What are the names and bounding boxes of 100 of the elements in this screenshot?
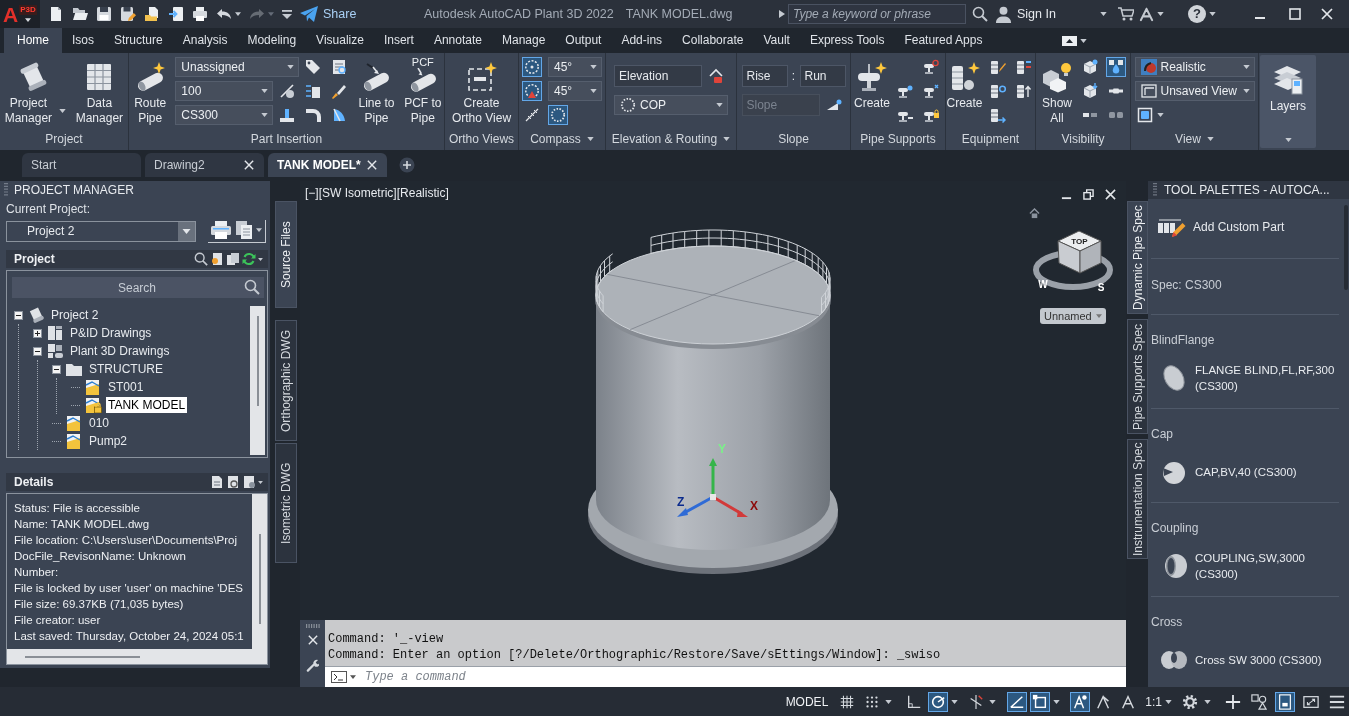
- viewport-control[interactable]: [Realistic]: [396, 186, 449, 200]
- dropdown[interactable]: Unsaved View: [1134, 80, 1255, 101]
- ribbon-tab[interactable]: Structure: [104, 28, 173, 53]
- caret-icon[interactable]: [235, 12, 241, 16]
- caret-icon[interactable]: [989, 699, 997, 704]
- help-button[interactable]: ?: [1188, 5, 1206, 23]
- close-icon[interactable]: [367, 160, 377, 170]
- tree-item[interactable]: Plant 3D Drawings: [68, 343, 172, 359]
- named-view-dropdown[interactable]: Unnamed: [1040, 308, 1106, 324]
- caret-icon[interactable]: [287, 64, 295, 69]
- tree-item[interactable]: 010: [87, 415, 112, 431]
- dropdown[interactable]: 45°: [548, 80, 602, 101]
- collapse-icon[interactable]: [52, 364, 61, 374]
- collapse-icon[interactable]: [14, 310, 23, 320]
- document-search-icon[interactable]: [226, 475, 240, 489]
- viewport-control[interactable]: [−]: [305, 186, 319, 200]
- plus-circle-icon[interactable]: [399, 157, 415, 173]
- triangle-box-icon[interactable]: [1062, 35, 1078, 46]
- folder-icon[interactable]: [72, 6, 88, 22]
- tree-item[interactable]: Pump2: [87, 433, 130, 449]
- project-dropdown[interactable]: Project 2: [6, 220, 196, 242]
- caret-icon[interactable]: [586, 137, 594, 141]
- tree-item[interactable]: TANK MODEL: [106, 397, 188, 413]
- caret-icon[interactable]: [1080, 38, 1088, 43]
- maximize-icon[interactable]: [1289, 8, 1301, 20]
- ribbon-tab[interactable]: Manage: [492, 28, 556, 53]
- ribbon-tab[interactable]: Output: [555, 28, 612, 53]
- ribbon-tab[interactable]: Add-ins: [611, 28, 673, 53]
- undo-icon[interactable]: [216, 6, 232, 22]
- scrollbar-thumb[interactable]: [258, 534, 261, 624]
- palette-tool[interactable]: Add Custom Part: [1151, 211, 1339, 243]
- tree-item[interactable]: ST001: [106, 379, 146, 395]
- ribbon-button[interactable]: Route Pipe: [129, 54, 172, 127]
- dotted-circle-icon[interactable]: [548, 104, 568, 125]
- cart-icon[interactable]: [1118, 7, 1134, 21]
- angle-icon[interactable]: [1007, 691, 1028, 712]
- side-tab[interactable]: Pipe Supports Spec: [1127, 319, 1148, 434]
- caret-icon[interactable]: [951, 699, 959, 704]
- documents-icon[interactable]: [235, 219, 253, 240]
- collapse-icon[interactable]: [33, 346, 42, 356]
- search-icon[interactable]: [972, 6, 988, 22]
- caret-icon[interactable]: [258, 257, 263, 261]
- caret-icon[interactable]: [1156, 112, 1164, 117]
- dropdown[interactable]: 45°: [548, 56, 602, 77]
- sign-in-link[interactable]: Sign In: [1017, 7, 1056, 21]
- palette-tool[interactable]: CAP,BV,40 (CS300): [1151, 457, 1339, 487]
- ribbon-tab[interactable]: Featured Apps: [894, 28, 993, 53]
- tree-item[interactable]: STRUCTURE: [87, 361, 165, 377]
- page-icon[interactable]: [48, 6, 64, 22]
- close-icon[interactable]: [1321, 8, 1333, 20]
- caret-icon[interactable]: [1209, 12, 1216, 16]
- scrollbar-thumb[interactable]: [25, 655, 140, 658]
- dropdown[interactable]: 100: [175, 80, 274, 101]
- compass-pin-icon[interactable]: [522, 80, 542, 101]
- ribbon-tab[interactable]: Analysis: [172, 28, 238, 53]
- caret-icon[interactable]: [350, 667, 359, 687]
- caret-icon[interactable]: [1165, 699, 1172, 704]
- model-button[interactable]: MODEL: [781, 691, 833, 712]
- caret-icon[interactable]: [258, 480, 263, 484]
- caret-icon[interactable]: [1242, 64, 1250, 69]
- input-field[interactable]: Rise: [741, 65, 788, 87]
- search-icon[interactable]: [242, 277, 264, 298]
- palette-tool[interactable]: COUPLING,SW,3000 (CS300): [1151, 551, 1339, 581]
- refresh-icon[interactable]: [242, 252, 256, 266]
- caret-icon[interactable]: [1100, 12, 1107, 16]
- search-field[interactable]: Type a keyword or phrase: [788, 4, 966, 24]
- ribbon-tab[interactable]: Collaborate: [672, 28, 754, 53]
- ribbon-tab[interactable]: Visualize: [306, 28, 374, 53]
- document-tab[interactable]: Start: [22, 153, 141, 177]
- palette-tool[interactable]: Cross SW 3000 (CS300): [1151, 645, 1339, 675]
- ribbon-button[interactable]: Data Manager: [70, 54, 128, 127]
- caret-icon[interactable]: [590, 88, 597, 93]
- document-icon[interactable]: [1275, 691, 1295, 712]
- caret-icon[interactable]: [261, 112, 269, 117]
- expand-icon[interactable]: [33, 328, 42, 338]
- close-icon[interactable]: [1105, 189, 1116, 200]
- letter-a-icon[interactable]: [1139, 6, 1154, 22]
- document-folder-icon[interactable]: [144, 6, 160, 22]
- scrollbar[interactable]: [250, 306, 265, 455]
- scrollbar[interactable]: [7, 649, 252, 664]
- ribbon-button[interactable]: Line to Pipe: [355, 54, 398, 127]
- scrollbar[interactable]: [252, 494, 267, 649]
- dropdown[interactable]: Realistic: [1134, 56, 1255, 77]
- ribbon-button[interactable]: Show All: [1038, 54, 1076, 127]
- ribbon-tab[interactable]: Isos: [62, 28, 105, 53]
- right-triangle-icon[interactable]: [779, 10, 785, 18]
- ribbon-tab[interactable]: Modeling: [237, 28, 307, 53]
- ribbon-tab[interactable]: Home: [4, 28, 62, 53]
- drop-icon[interactable]: [1106, 56, 1126, 77]
- caret-icon[interactable]: [1206, 137, 1214, 141]
- side-tab[interactable]: Dynamic Pipe Spec: [1127, 201, 1148, 314]
- ribbon-button[interactable]: PCF PCF to Pipe: [401, 54, 444, 127]
- caret-icon[interactable]: [256, 227, 262, 232]
- input-field[interactable]: Run: [799, 65, 846, 87]
- ribbon-button[interactable]: Create Ortho View: [448, 54, 515, 127]
- tree-item[interactable]: P&ID Drawings: [68, 325, 154, 341]
- floppy-pencil-icon[interactable]: [120, 6, 136, 22]
- document-icon[interactable]: [210, 475, 224, 489]
- document-tab[interactable]: Drawing2: [145, 153, 264, 177]
- terminal-icon[interactable]: [325, 667, 350, 687]
